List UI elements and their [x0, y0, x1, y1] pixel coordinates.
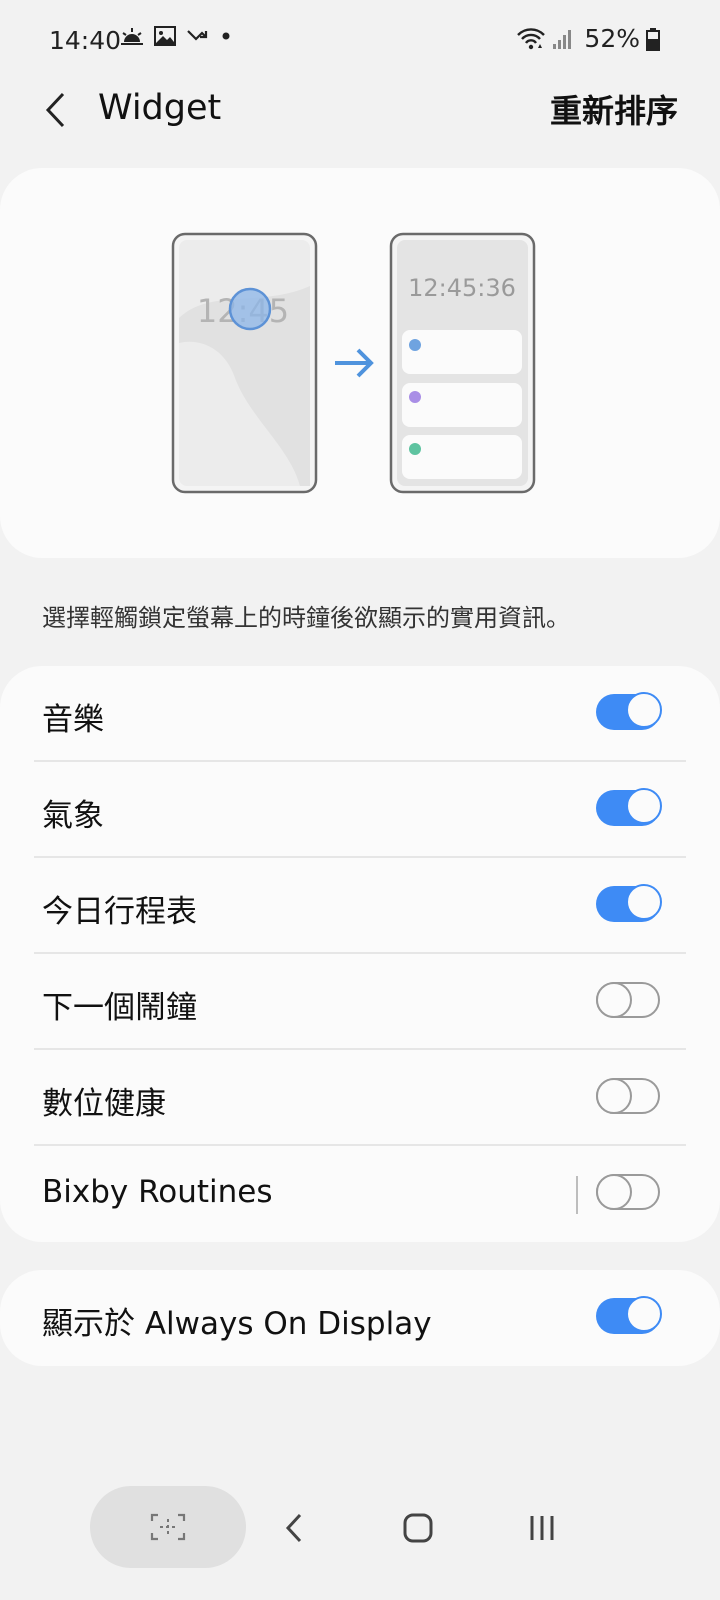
gallery-icon — [154, 26, 176, 46]
page-title: Widget — [98, 88, 222, 128]
screenshot-capture-icon — [150, 1513, 186, 1541]
status-time: 14:40 — [49, 26, 122, 55]
weather-toggle[interactable] — [596, 788, 662, 826]
nav-home-icon — [403, 1513, 433, 1543]
list-item-label: 下一個鬧鐘 — [42, 990, 197, 1026]
screen: 14:40 52% Widget 重新排序 12:45:36 選擇輕觸鎖定螢幕上… — [0, 0, 720, 1600]
nav-back-icon — [285, 1513, 302, 1543]
nav-recent-apps-icon — [530, 1516, 554, 1540]
app-header: Widget 重新排序 — [0, 80, 720, 160]
screenshot-button[interactable] — [90, 1486, 246, 1568]
notification-icons — [120, 26, 232, 46]
always-on-display-toggle[interactable] — [596, 1296, 662, 1334]
list-item-next-alarm[interactable]: 下一個鬧鐘 — [0, 954, 720, 1050]
dot-icon — [222, 32, 230, 40]
nav-back-button[interactable] — [272, 1506, 316, 1550]
back-button[interactable] — [30, 80, 80, 140]
missed-call-icon — [187, 30, 208, 41]
list-item-label: Bixby Routines — [42, 1174, 273, 1210]
system-icons: 52% — [516, 24, 660, 53]
list-item-today-schedule[interactable]: 今日行程表 — [0, 858, 720, 954]
list-item-music[interactable]: 音樂 — [0, 666, 720, 762]
battery-percentage: 52% — [584, 24, 640, 53]
list-item-label: 數位健康 — [42, 1086, 166, 1122]
tap-indicator-icon — [228, 287, 272, 331]
list-item-always-on-display[interactable]: 顯示於 Always On Display — [0, 1270, 720, 1366]
list-item-label: 今日行程表 — [42, 894, 197, 930]
navigation-bar — [0, 1486, 720, 1600]
list-item-weather[interactable]: 氣象 — [0, 762, 720, 858]
list-item-label: 音樂 — [42, 702, 104, 738]
vertical-separator — [576, 1176, 578, 1214]
signal-icon — [553, 29, 572, 49]
today-schedule-toggle[interactable] — [596, 884, 662, 922]
illustration-card: 12:45 12:45:36 — [0, 168, 720, 558]
next-alarm-toggle[interactable] — [596, 982, 660, 1018]
phone-after-illustration: 12:45:36 — [389, 232, 536, 494]
battery-icon — [646, 27, 660, 51]
description-text: 選擇輕觸鎖定螢幕上的時鐘後欲顯示的實用資訊。 — [42, 604, 570, 632]
nav-recent-apps-button[interactable] — [520, 1506, 564, 1550]
list-item-digital-wellbeing[interactable]: 數位健康 — [0, 1050, 720, 1146]
music-toggle[interactable] — [596, 692, 662, 730]
arrow-right-icon — [335, 348, 374, 378]
widget-illustration: 12:45 12:45:36 — [171, 232, 536, 494]
right-clock-text: 12:45:36 — [408, 274, 516, 302]
wifi-icon — [517, 27, 546, 49]
widget-list: 音樂 氣象 今日行程表 下一個鬧鐘 數位健康 Bixby Routines — [0, 666, 720, 1242]
weather-sunrise-icon — [121, 28, 143, 45]
list-item-bixby-routines[interactable]: Bixby Routines — [0, 1146, 720, 1242]
digital-wellbeing-toggle[interactable] — [596, 1078, 660, 1114]
back-arrow-icon — [45, 92, 65, 128]
bixby-routines-toggle[interactable] — [596, 1174, 660, 1210]
status-bar: 14:40 52% — [0, 0, 720, 80]
reorder-button[interactable]: 重新排序 — [550, 86, 678, 132]
nav-home-button[interactable] — [396, 1506, 440, 1550]
list-item-label: 顯示於 Always On Display — [42, 1306, 432, 1342]
phone-before-illustration: 12:45 — [171, 232, 318, 494]
list-item-label: 氣象 — [42, 798, 104, 834]
